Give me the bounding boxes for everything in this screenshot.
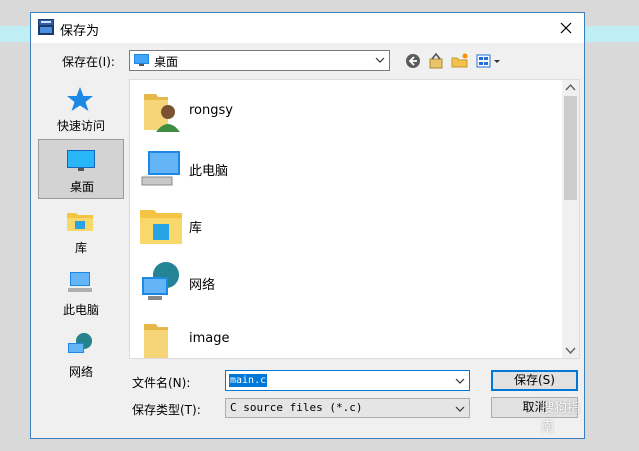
place-label: 此电脑: [62, 303, 99, 317]
file-name: rongsy: [189, 103, 233, 118]
place-label: 桌面: [69, 180, 94, 194]
place-network[interactable]: 网络: [38, 325, 124, 385]
folder-icon: [144, 324, 168, 358]
up-folder-icon[interactable]: [427, 51, 445, 71]
back-arrow-icon[interactable]: [404, 51, 422, 71]
list-item[interactable]: image: [130, 312, 560, 368]
network-icon: [68, 333, 92, 353]
file-name: 网络: [189, 278, 216, 293]
filetype-value: C source files (*.c): [230, 401, 363, 414]
scroll-down-icon[interactable]: [565, 346, 576, 355]
dev-cpp-icon: [38, 19, 54, 35]
save-in-dropdown[interactable]: 桌面: [129, 50, 390, 71]
file-name: 库: [189, 221, 203, 236]
filename-value: main.c: [229, 374, 268, 387]
new-folder-icon[interactable]: [450, 51, 470, 71]
desktop-icon: [134, 54, 149, 66]
places-bar: 快速访问 桌面 库 此电脑 网络: [37, 79, 124, 433]
computer-icon: [141, 151, 180, 186]
title-bar[interactable]: 保存为: [31, 13, 584, 43]
list-item[interactable]: 库: [130, 198, 560, 254]
chevron-down-icon[interactable]: [454, 374, 466, 388]
close-icon[interactable]: [554, 16, 578, 40]
background-strip-left: [0, 26, 30, 42]
background-strip-right: [586, 26, 639, 42]
dialog-title: 保存为: [60, 24, 100, 39]
list-item[interactable]: rongsy: [130, 84, 560, 140]
place-library[interactable]: 库: [38, 201, 124, 261]
chevron-down-icon: [375, 57, 385, 63]
save-as-dialog: 保存为 保存在(I): 桌面 快速访问 桌面 库 此电脑 网络 rongsy 此…: [30, 12, 585, 439]
list-item[interactable]: 网络: [130, 255, 560, 311]
file-name: image: [189, 331, 230, 346]
save-in-value: 桌面: [154, 55, 179, 69]
place-quick-access[interactable]: 快速访问: [38, 79, 124, 139]
network-icon: [142, 262, 179, 300]
place-label: 库: [74, 241, 87, 255]
library-icon: [67, 213, 93, 231]
scrollbar-thumb[interactable]: [564, 96, 577, 200]
computer-icon: [68, 272, 92, 292]
place-desktop[interactable]: 桌面: [38, 139, 124, 199]
place-this-pc[interactable]: 此电脑: [38, 263, 124, 323]
user-folder-icon: [144, 94, 180, 132]
watermark: 搜狗指南: [541, 401, 581, 435]
save-in-label: 保存在(I):: [62, 55, 115, 69]
filename-label: 文件名(N):: [132, 376, 191, 390]
desktop-icon: [67, 150, 95, 171]
view-menu-icon[interactable]: [475, 51, 505, 71]
file-name: 此电脑: [189, 164, 229, 179]
place-label: 快速访问: [56, 119, 105, 133]
scroll-up-icon[interactable]: [565, 83, 576, 92]
list-item[interactable]: 此电脑: [130, 141, 560, 197]
filetype-dropdown[interactable]: C source files (*.c): [225, 398, 470, 418]
place-label: 网络: [68, 365, 93, 379]
library-icon: [140, 210, 182, 244]
save-button[interactable]: 保存(S): [491, 370, 578, 391]
star-icon: [67, 87, 93, 111]
filename-input[interactable]: main.c: [225, 370, 470, 391]
filetype-label: 保存类型(T):: [132, 403, 201, 417]
file-list[interactable]: rongsy 此电脑 库 网络 image: [129, 79, 580, 359]
vertical-scrollbar[interactable]: [562, 80, 579, 358]
chevron-down-icon: [455, 406, 465, 412]
